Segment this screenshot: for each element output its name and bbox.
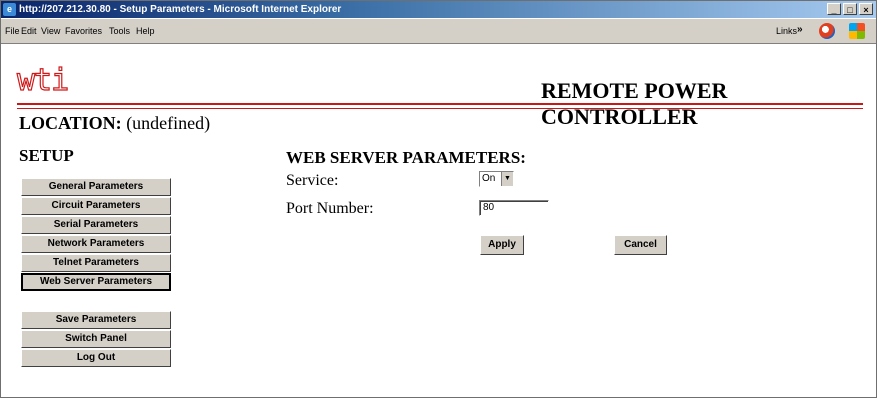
ie-icon: e (3, 3, 16, 16)
menu-favorites[interactable]: Favorites (65, 26, 102, 36)
cancel-button[interactable]: Cancel (614, 235, 667, 255)
windows-logo-icon (849, 23, 865, 39)
menu-tools[interactable]: Tools (109, 26, 130, 36)
apply-button[interactable]: Apply (480, 235, 524, 255)
nav-circuit-parameters[interactable]: Circuit Parameters (21, 197, 171, 215)
chevron-icon[interactable]: » (797, 24, 803, 35)
dropdown-arrow-icon[interactable]: ▼ (501, 172, 513, 186)
section-title: WEB SERVER PARAMETERS: (286, 148, 526, 167)
header-divider-thin (17, 108, 863, 109)
messenger-icon[interactable] (819, 23, 835, 39)
close-button[interactable]: × (859, 3, 873, 15)
setup-heading: SETUP (19, 146, 74, 165)
window-title: http://207.212.30.80 - Setup Parameters … (19, 4, 342, 15)
nav-web-server-parameters[interactable]: Web Server Parameters (21, 273, 171, 291)
minimize-button[interactable]: _ (827, 3, 841, 15)
port-label: Port Number: (286, 200, 374, 217)
service-value: On (482, 173, 496, 184)
service-select[interactable]: On ▼ (479, 171, 514, 187)
port-number-input[interactable]: 80 (479, 200, 549, 216)
menu-help[interactable]: Help (136, 26, 155, 36)
page-content: wti REMOTE POWER CONTROLLER LOCATION: (u… (1, 44, 876, 397)
nav-telnet-parameters[interactable]: Telnet Parameters (21, 254, 171, 272)
nav-general-parameters[interactable]: General Parameters (21, 178, 171, 196)
switch-panel-button[interactable]: Switch Panel (21, 330, 171, 348)
location-label: LOCATION: (19, 113, 122, 133)
menu-bar: File Edit View Favorites Tools Help Link… (1, 19, 876, 44)
nav-serial-parameters[interactable]: Serial Parameters (21, 216, 171, 234)
location-line: LOCATION: (undefined) (19, 113, 210, 134)
save-parameters-button[interactable]: Save Parameters (21, 311, 171, 329)
nav-network-parameters[interactable]: Network Parameters (21, 235, 171, 253)
header-divider (17, 103, 863, 105)
menu-edit[interactable]: Edit (21, 26, 37, 36)
links-label[interactable]: Links (776, 26, 797, 36)
window-controls: _ □ × (825, 3, 873, 15)
log-out-button[interactable]: Log Out (21, 349, 171, 367)
title-bar: e http://207.212.30.80 - Setup Parameter… (1, 1, 876, 18)
location-value: (undefined) (126, 113, 211, 133)
maximize-button[interactable]: □ (843, 3, 857, 15)
menu-file[interactable]: File (5, 26, 20, 36)
menu-view[interactable]: View (41, 26, 60, 36)
service-label: Service: (286, 172, 339, 189)
browser-window: e http://207.212.30.80 - Setup Parameter… (0, 0, 877, 398)
wti-logo: wti (16, 63, 69, 98)
